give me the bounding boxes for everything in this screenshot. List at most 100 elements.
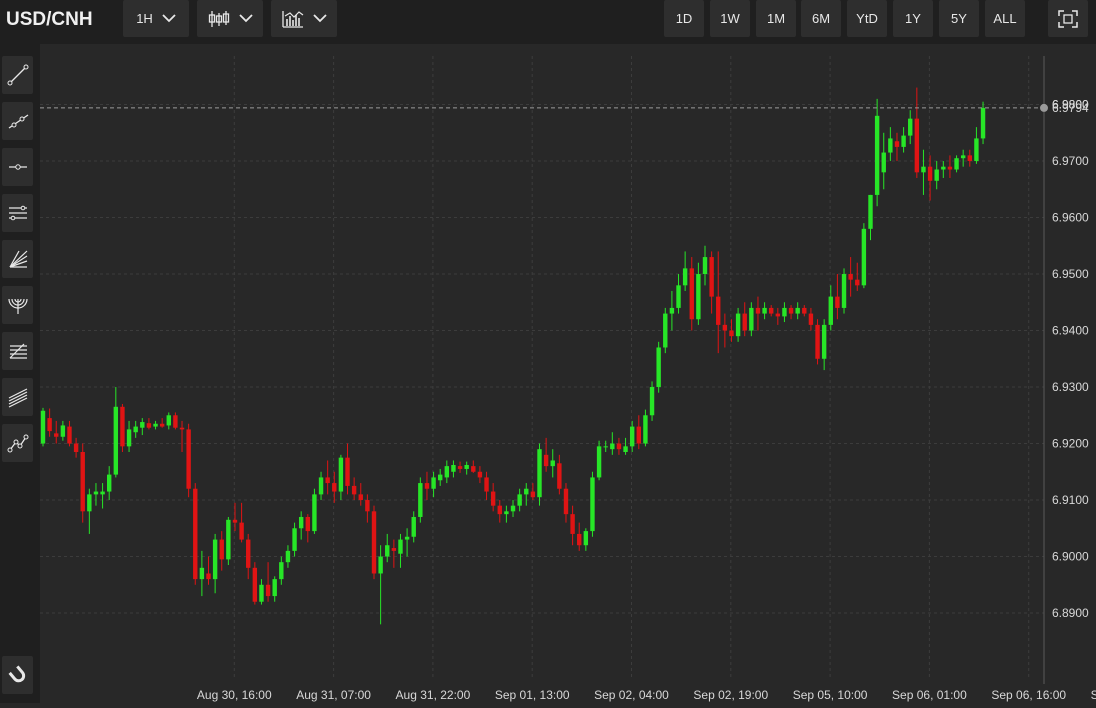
candle — [795, 302, 800, 320]
candle — [219, 531, 224, 571]
y-tick-label: 6.9500 — [1052, 267, 1089, 281]
parallel-lines-icon — [8, 388, 27, 408]
candle — [815, 319, 820, 365]
candle-body — [583, 531, 589, 546]
candle-body — [378, 556, 383, 574]
candle-body — [855, 279, 860, 286]
range-1w-button[interactable]: 1W — [710, 0, 750, 37]
candle — [212, 533, 218, 594]
range-all-button[interactable]: ALL — [985, 0, 1025, 37]
candle-body — [947, 166, 953, 170]
candle-body — [960, 155, 966, 159]
fullscreen-button[interactable] — [1048, 0, 1088, 37]
magnet-icon — [8, 665, 25, 683]
interval-dropdown[interactable]: 1H — [123, 0, 189, 37]
price-chart[interactable]: 6.9800 6.9794 6.8900 6.9000 6.9100 6.9200 6.9… — [40, 44, 1096, 703]
candle-body — [186, 429, 191, 489]
candle — [272, 576, 277, 602]
range-6m-button[interactable]: 6M — [801, 0, 841, 37]
candle — [292, 522, 297, 557]
candle — [583, 528, 589, 551]
candle — [821, 319, 827, 371]
candle — [325, 460, 330, 495]
candle — [742, 302, 747, 337]
range-5y-button[interactable]: 5Y — [939, 0, 979, 37]
candle — [60, 420, 66, 441]
arc-tool[interactable] — [2, 286, 33, 324]
candle — [974, 127, 979, 164]
candle — [643, 409, 648, 447]
candle — [636, 415, 641, 450]
range-ytd-button[interactable]: YtD — [847, 0, 887, 37]
candle-body — [120, 406, 125, 447]
candle-body — [769, 307, 774, 314]
fan-tool[interactable] — [2, 240, 33, 278]
candle-body — [199, 567, 205, 580]
candle-body — [596, 446, 602, 478]
trend-line-tool[interactable] — [2, 56, 33, 94]
candle-body — [636, 426, 641, 444]
candle — [656, 341, 661, 393]
candle — [464, 461, 469, 475]
candle-body — [563, 488, 569, 515]
candle — [762, 302, 767, 320]
candle — [510, 500, 516, 517]
range-1y-button[interactable]: 1Y — [893, 0, 933, 37]
x-tick-label: Sep 01, 13:00 — [495, 688, 570, 702]
fan-icon — [8, 250, 27, 268]
candle-body — [676, 285, 681, 308]
candle-body — [351, 485, 357, 495]
candle — [729, 319, 734, 342]
candle-body — [775, 313, 781, 317]
candle — [318, 471, 324, 501]
indicators-dropdown[interactable] — [271, 0, 337, 37]
candle-body — [702, 257, 708, 275]
candle — [305, 514, 310, 543]
candle — [471, 460, 476, 473]
candle — [351, 477, 357, 501]
range-1d-button[interactable]: 1D — [664, 0, 704, 37]
candle — [888, 127, 893, 162]
candle-body — [894, 141, 900, 147]
candle-body — [67, 426, 72, 444]
candle — [67, 420, 72, 447]
candle-body — [279, 562, 284, 580]
parallel-lines-tool[interactable] — [2, 378, 33, 416]
candle — [411, 511, 416, 543]
candle-body — [398, 539, 403, 554]
x-tick-label: Aug 31, 07:00 — [296, 688, 371, 702]
candle — [557, 454, 562, 495]
candle-body — [246, 539, 251, 568]
horizontal-line-tool[interactable] — [2, 148, 33, 186]
candle-body — [490, 491, 496, 506]
candle-body — [861, 228, 867, 286]
ray-tool[interactable] — [2, 102, 33, 140]
candle-body — [54, 433, 59, 437]
candle — [782, 302, 787, 323]
zigzag-tool[interactable] — [2, 424, 33, 462]
channel-tool[interactable] — [2, 194, 33, 232]
candle-body — [623, 446, 628, 452]
range-1m-button[interactable]: 1M — [756, 0, 796, 37]
candle — [543, 437, 549, 472]
candle-body — [332, 483, 337, 492]
candle-body — [179, 427, 185, 430]
chart-type-dropdown[interactable] — [197, 0, 263, 37]
candle-body — [173, 415, 178, 428]
candle-body — [338, 457, 344, 492]
fib-retracement-tool[interactable] — [2, 332, 33, 370]
symbol-title: USD/CNH — [6, 9, 93, 30]
candle-body — [828, 296, 833, 325]
candle-body — [424, 483, 430, 489]
candle-body — [272, 579, 277, 597]
chart-grid — [40, 56, 1045, 684]
candle-body — [252, 567, 258, 602]
ray-icon — [8, 114, 28, 129]
candle — [709, 251, 714, 314]
magnet-tool[interactable] — [2, 656, 33, 694]
candle-body — [788, 307, 794, 314]
candle — [954, 155, 959, 173]
candle-body — [146, 423, 152, 428]
candle — [444, 460, 450, 484]
candlestick-chart[interactable]: 6.98006.9794 6.8900 6.9000 6.9100 6.9200 6.9… — [40, 44, 1096, 703]
